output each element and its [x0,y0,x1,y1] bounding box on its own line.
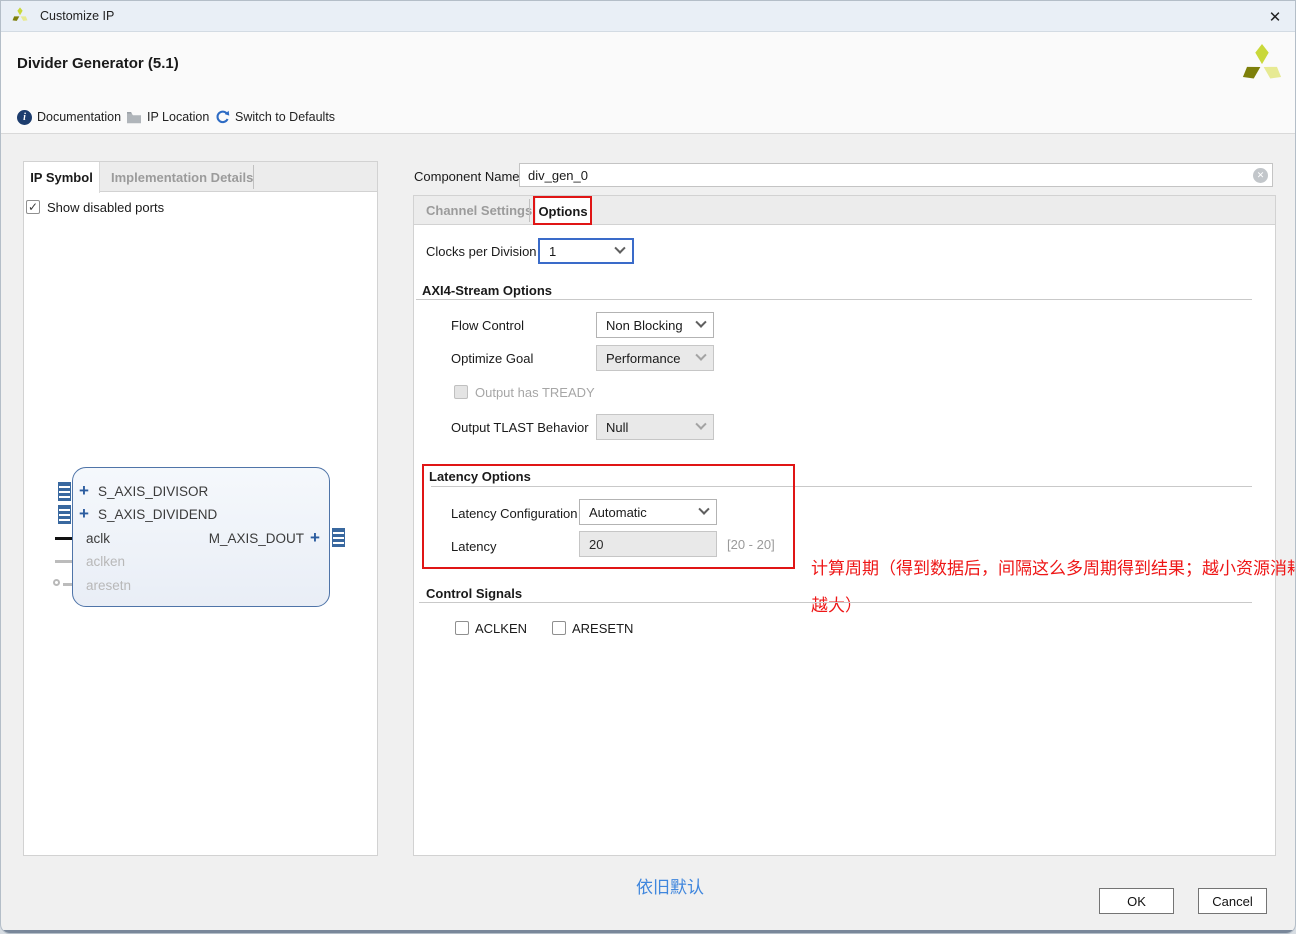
aresetn-wire-icon [63,583,72,586]
port-aclk: aclk [86,531,110,546]
port-aclken: aclken [86,554,125,569]
chevron-down-icon [614,243,625,254]
optimize-goal-label: Optimize Goal [451,348,533,368]
output-has-tready-label: Output has TREADY [475,385,595,400]
clear-input-icon[interactable]: ✕ [1253,168,1268,183]
flow-control-label: Flow Control [451,315,524,335]
chevron-down-icon [695,419,706,430]
ip-location-label: IP Location [147,110,209,124]
port-m-axis-dout: M_AXIS_DOUT [204,531,304,546]
refresh-icon [215,110,230,125]
control-signals-section-title: Control Signals [426,586,522,601]
tab-implementation-details[interactable]: Implementation Details [111,162,253,192]
window-title: Customize IP [40,9,114,23]
aresetn-ring-icon [53,579,60,586]
output-tlast-behavior-label: Output TLAST Behavior [451,417,589,437]
title-bar: Customize IP ✕ [1,1,1296,32]
options-tab-highlight-box [533,196,592,225]
cancel-button[interactable]: Cancel [1198,888,1267,914]
aresetn-label: ARESETN [572,621,633,636]
expand-port-icon[interactable]: + [310,531,320,545]
aclken-wire-icon [55,560,72,563]
port-s-axis-dividend: S_AXIS_DIVIDEND [98,507,217,522]
output-has-tready-checkbox [454,385,468,399]
customize-ip-dialog: Customize IP ✕ Divider Generator (5.1) i… [0,0,1296,934]
bus-interface-icon [332,528,345,547]
port-aresetn: aresetn [86,578,131,593]
output-tlast-behavior-select: Null [596,414,714,440]
window-bottom-edge [1,930,1296,933]
annotation-text-line2: 越大） [811,591,862,616]
folder-icon [126,111,142,124]
tab-ip-symbol[interactable]: IP Symbol [24,162,100,193]
chevron-down-icon [695,317,706,328]
section-divider [419,602,1252,603]
bus-interface-icon [58,482,71,501]
chevron-down-icon [695,350,706,361]
flow-control-select[interactable]: Non Blocking [596,312,714,338]
switch-to-defaults-button[interactable]: Switch to Defaults [215,107,335,127]
show-disabled-ports-label: Show disabled ports [47,199,164,215]
xilinx-logo-icon [11,7,29,25]
aclken-checkbox[interactable] [455,621,469,635]
aclken-label: ACLKEN [475,621,527,636]
component-name-label: Component Name [414,166,520,186]
footer-note: 依旧默认 [636,873,704,898]
ip-location-button[interactable]: IP Location [126,107,209,127]
tab-separator [529,199,530,222]
ok-button[interactable]: OK [1099,888,1174,914]
expand-port-icon[interactable]: + [79,484,89,498]
show-disabled-ports-checkbox[interactable]: ✓ [26,200,40,214]
latency-highlight-box [422,464,795,569]
page-title: Divider Generator (5.1) [17,55,179,72]
tab-channel-settings[interactable]: Channel Settings [426,196,532,224]
documentation-label: Documentation [37,110,121,124]
section-divider [416,299,1252,300]
clocks-per-division-select[interactable]: 1 [538,238,634,264]
documentation-button[interactable]: i Documentation [17,107,121,127]
expand-port-icon[interactable]: + [79,507,89,521]
aclk-wire-icon [55,537,72,540]
annotation-text-line1: 计算周期（得到数据后，间隔这么多周期得到结果；越小资源消耗 [811,554,1296,579]
component-name-input[interactable] [519,163,1273,187]
switch-to-defaults-label: Switch to Defaults [235,110,335,124]
port-s-axis-divisor: S_AXIS_DIVISOR [98,484,208,499]
tab-separator [253,165,254,189]
optimize-goal-select: Performance [596,345,714,371]
xilinx-logo [1239,43,1285,89]
bus-interface-icon [58,505,71,524]
info-icon: i [17,110,32,125]
clocks-per-division-label: Clocks per Division [426,241,537,261]
check-icon: ✓ [28,200,38,214]
axi4-section-title: AXI4-Stream Options [422,283,552,298]
aresetn-checkbox[interactable] [552,621,566,635]
close-icon[interactable]: ✕ [1263,5,1287,29]
